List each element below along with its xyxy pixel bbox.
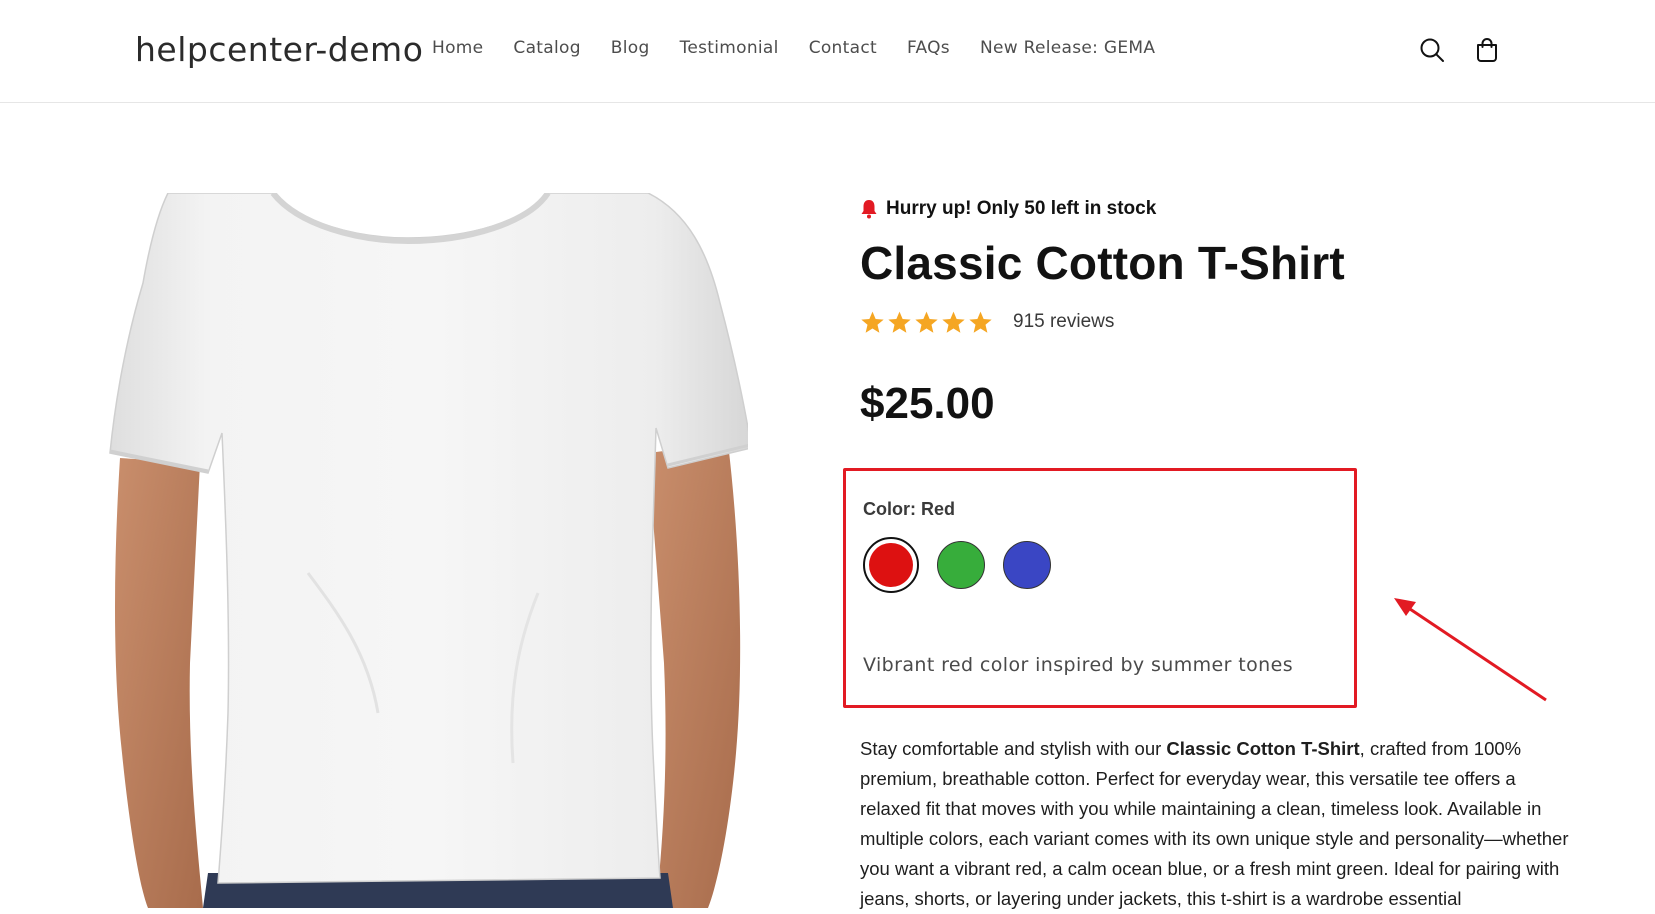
nav-blog[interactable]: Blog [611, 38, 650, 58]
annotation-arrow [1394, 598, 1547, 702]
star-icon [969, 311, 992, 333]
color-swatches [863, 537, 1051, 593]
site-header: helpcenter-demo Home Catalog Blog Testim… [0, 0, 1655, 103]
product-price: $25.00 [860, 379, 995, 428]
nav-catalog[interactable]: Catalog [513, 38, 580, 58]
swatch-red[interactable] [863, 537, 919, 593]
nav-home[interactable]: Home [432, 38, 483, 58]
nav-testimonial[interactable]: Testimonial [680, 38, 779, 58]
stock-notice: Hurry up! Only 50 left in stock [860, 190, 1580, 228]
product-image[interactable] [108, 193, 748, 908]
product-info: Hurry up! Only 50 left in stock Classic … [860, 190, 1580, 432]
description-bold: Classic Cotton T-Shirt [1166, 738, 1360, 759]
rating-stars [860, 310, 993, 335]
star-icon [888, 311, 911, 333]
description-intro: Stay comfortable and stylish with our [860, 738, 1167, 759]
product-title: Classic Cotton T-Shirt [860, 237, 1345, 289]
brand-logo[interactable]: helpcenter-demo [135, 30, 423, 69]
swatch-blue[interactable] [1003, 541, 1051, 589]
cart-icon[interactable] [1471, 34, 1503, 66]
nav-faqs[interactable]: FAQs [907, 38, 950, 58]
bell-icon [861, 200, 877, 219]
stock-text: Hurry up! Only 50 left in stock [886, 198, 1157, 219]
swatch-green[interactable] [937, 541, 985, 589]
main-nav: Home Catalog Blog Testimonial Contact FA… [432, 38, 1185, 58]
nav-contact[interactable]: Contact [809, 38, 877, 58]
tshirt-illustration [109, 193, 748, 908]
search-icon[interactable] [1416, 34, 1448, 66]
product-rating[interactable]: 915 reviews [860, 306, 1580, 338]
nav-new-release[interactable]: New Release: GEMA [980, 38, 1155, 58]
variant-label: Color: Red [863, 499, 955, 519]
star-icon [915, 311, 938, 333]
variant-highlight-box: Color: Red Vibrant red color inspired by… [843, 468, 1357, 708]
reviews-count[interactable]: 915 reviews [1013, 311, 1114, 333]
description-rest: , crafted from 100% premium, breathable … [860, 738, 1569, 909]
star-icon [942, 311, 965, 333]
star-icon [861, 311, 884, 333]
variant-description: Vibrant red color inspired by summer ton… [863, 654, 1294, 676]
product-description: Stay comfortable and stylish with our Cl… [860, 734, 1570, 914]
